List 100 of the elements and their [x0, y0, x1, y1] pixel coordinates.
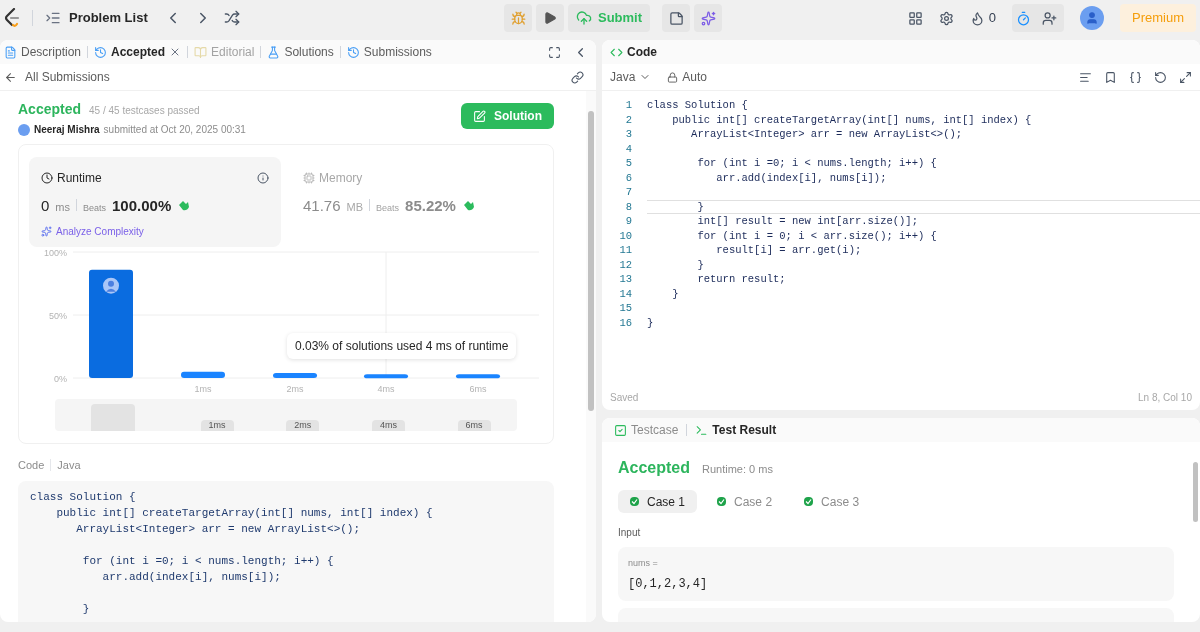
shuffle-icon[interactable] — [223, 10, 240, 26]
case-tab[interactable]: Case 1 — [618, 490, 698, 513]
stat-unit: ms — [55, 200, 70, 215]
braces-icon[interactable] — [1129, 70, 1142, 84]
language-label: Java — [57, 458, 81, 473]
checkbox-icon — [614, 423, 627, 437]
play-icon — [543, 11, 557, 25]
code-label: Code — [18, 458, 45, 473]
note-icon — [668, 10, 684, 26]
add-user-icon — [1042, 10, 1058, 26]
line-number: 5 — [624, 156, 632, 171]
code-text: for (int i =0; i < nums.length; i++) { — [696, 156, 938, 171]
code-text: } — [671, 286, 680, 301]
avatar-icon — [103, 277, 119, 294]
line-number: 9 — [624, 214, 632, 229]
back-arrow-icon — [4, 70, 17, 84]
range-selector[interactable]: 1ms 2ms 4ms 6ms — [55, 399, 517, 431]
save-status: Saved — [610, 390, 639, 405]
status-text: Accepted — [18, 100, 82, 119]
logo-icon[interactable] — [4, 8, 20, 28]
user-name[interactable]: Neeraj Mishra — [34, 122, 100, 137]
line-number: 8 — [624, 199, 632, 214]
link-icon[interactable] — [571, 70, 584, 84]
clock-icon — [41, 172, 53, 184]
line-number: 13 — [618, 272, 632, 287]
cloud-upload-icon — [576, 10, 592, 26]
edit-icon — [473, 109, 486, 123]
line-number: 2 — [624, 112, 632, 127]
settings-icon[interactable] — [938, 10, 954, 26]
stat-label: Runtime — [57, 170, 102, 187]
note-button[interactable] — [662, 4, 691, 32]
line-number: 7 — [624, 185, 632, 200]
info-icon[interactable] — [257, 172, 269, 184]
reset-icon[interactable] — [1154, 70, 1167, 84]
analyze-complexity-link[interactable]: Analyze Complexity — [41, 223, 144, 239]
beats-label: Beats — [376, 202, 400, 215]
line-number: 10 — [618, 228, 632, 243]
panel-tab[interactable]: Accepted — [94, 43, 166, 61]
line-number: 6 — [624, 170, 632, 185]
run-button[interactable] — [536, 4, 564, 32]
code-text: } — [647, 315, 655, 330]
flask-icon — [267, 45, 281, 59]
chart-bar[interactable] — [456, 374, 500, 379]
stat-card[interactable]: Runtime 0 ms Beats 100.00% Analyze Complexity — [29, 157, 281, 247]
code-text: result[i] = arr.get(i); — [715, 243, 863, 258]
case-tab[interactable]: Case 2 — [705, 490, 785, 513]
maximize-icon[interactable] — [548, 45, 561, 59]
input-label: Input — [618, 526, 642, 540]
chip-icon — [303, 172, 315, 184]
result-status: Accepted — [618, 458, 691, 478]
lock-icon — [667, 71, 679, 83]
line-number: 15 — [618, 301, 632, 316]
sparkles-icon — [41, 225, 52, 237]
invite-button[interactable] — [1036, 4, 1064, 32]
result-runtime: Runtime: 0 ms — [702, 462, 773, 477]
chart-bar[interactable] — [89, 269, 133, 378]
beats-percent: 85.22% — [405, 196, 456, 216]
avatar-icon[interactable] — [1080, 6, 1104, 30]
bookmark-icon[interactable] — [1104, 70, 1117, 84]
problem-list-button[interactable]: Problem List — [45, 8, 148, 28]
scrollbar-thumb[interactable] — [588, 111, 594, 411]
ai-button[interactable] — [694, 4, 723, 32]
code-text: ArrayList<Integer> arr = new ArrayList<>(); — [690, 127, 964, 142]
chart-bar[interactable] — [181, 371, 225, 378]
scrollbar-thumb[interactable] — [1192, 462, 1198, 522]
panel-tab[interactable]: Solutions — [267, 43, 334, 61]
language-dropdown[interactable]: Java — [610, 68, 652, 86]
bug-icon — [510, 10, 526, 26]
range-label: 2ms — [259, 420, 346, 431]
code-text: public int[] createTargetArray(int[] nums, int[] index) { — [671, 112, 1033, 127]
line-number: 11 — [618, 243, 632, 258]
range-label: 4ms — [345, 420, 432, 431]
chart-bar[interactable] — [273, 372, 317, 378]
terminal-icon — [695, 423, 709, 437]
cursor-position: Ln 8, Col 10 — [1138, 390, 1192, 405]
current-line: } — [647, 199, 1200, 214]
code-tab[interactable]: Code — [610, 43, 657, 61]
layout-icon[interactable] — [907, 10, 923, 26]
chart-bar[interactable] — [364, 374, 408, 379]
flame-icon[interactable] — [969, 10, 985, 26]
result-tab[interactable]: Test Result — [695, 421, 777, 439]
timer-button[interactable] — [1012, 4, 1036, 32]
chart-tooltip: 0.03% of solutions used 4 ms of runtime — [287, 333, 517, 359]
panel-tab[interactable]: Description — [4, 43, 82, 61]
y-tick-label: 0% — [54, 374, 67, 384]
history-icon — [94, 45, 108, 59]
case-tab[interactable]: Case 3 — [792, 490, 872, 513]
panel-tab[interactable]: Submissions — [346, 43, 432, 61]
expand-icon[interactable] — [1179, 70, 1192, 84]
document-icon — [4, 45, 17, 59]
all-submissions-link[interactable]: All Submissions — [4, 68, 110, 86]
range-handle[interactable] — [91, 404, 135, 431]
x-tick-label: 2ms — [286, 384, 304, 394]
format-icon[interactable] — [1079, 70, 1092, 84]
x-tick-label: 6ms — [469, 384, 487, 394]
book-icon — [194, 45, 208, 59]
mode-label: Auto — [682, 69, 708, 86]
code-text: int[] result = new int[arr.size()]; — [696, 214, 919, 229]
stat-unit: MB — [346, 200, 364, 215]
line-number: 4 — [624, 141, 632, 156]
